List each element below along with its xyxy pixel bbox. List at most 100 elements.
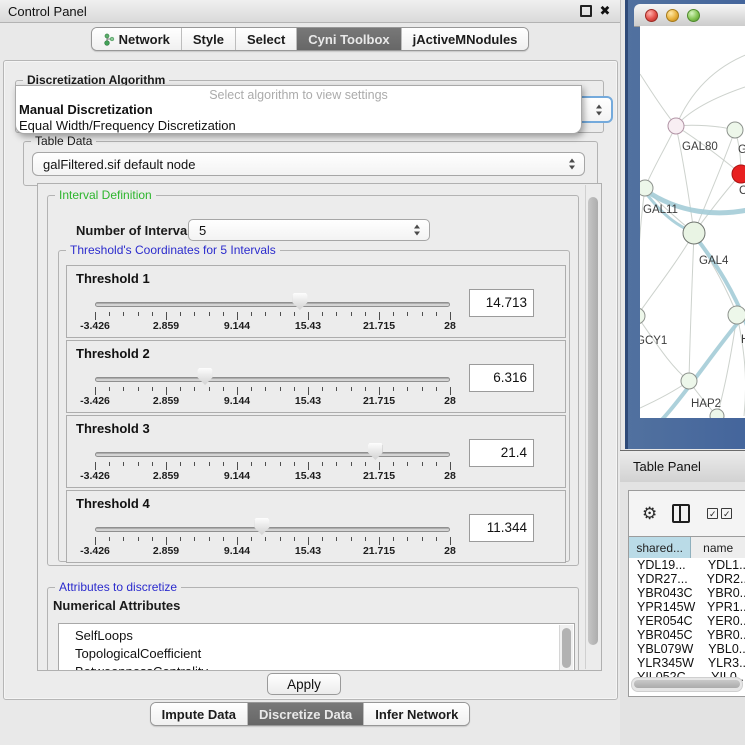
tab-infer-network[interactable]: Infer Network [363, 703, 469, 725]
threshold-value-field[interactable]: 14.713 [469, 289, 534, 317]
dropdown-option-equal-width[interactable]: Equal Width/Frequency Discretization [16, 118, 581, 134]
combo-arrows-icon [569, 159, 575, 170]
close-window-button[interactable]: ✖ [599, 5, 611, 17]
cell-name: YPR1... [704, 600, 745, 614]
threshold-value-field[interactable]: 6.316 [469, 364, 534, 392]
tick-label: 21.715 [363, 545, 395, 557]
settings-scrollpane: Interval Definition Number of Intervals … [37, 183, 602, 671]
float-icon [580, 5, 592, 17]
num-intervals-spinner[interactable]: 5 [188, 219, 430, 241]
table-horizontal-scrollbar[interactable] [631, 677, 743, 692]
gear-icon[interactable]: ⚙ [642, 505, 657, 522]
tick-label: 28 [444, 470, 456, 482]
group-title: Interval Definition [55, 188, 156, 202]
threshold-value-field[interactable]: 11.344 [469, 514, 534, 542]
threshold-panel: Threshold 2 -3.4262.8599.14415.4321.7152… [66, 340, 566, 413]
column-header-name[interactable]: name [691, 537, 745, 558]
network-node[interactable] [683, 222, 705, 244]
tab-label: Select [247, 32, 285, 47]
checkbox-icon[interactable]: ✓ [707, 508, 718, 519]
float-window-button[interactable] [580, 5, 592, 17]
threshold-panel: Threshold 1 -3.4262.8599.14415.4321.7152… [66, 265, 566, 338]
threshold-value-field[interactable]: 21.4 [469, 439, 534, 467]
scrollbar-thumb[interactable] [562, 628, 571, 668]
slider-thumb[interactable] [198, 368, 213, 385]
tick-label: 9.144 [224, 545, 250, 557]
table-row[interactable]: YBR045C YBR0... [629, 628, 745, 642]
tab-jactivemnodules[interactable]: jActiveMNodules [401, 28, 529, 50]
cell-name: YBR0... [704, 628, 745, 642]
network-node[interactable] [640, 180, 653, 196]
tab-label: Cyni Toolbox [308, 32, 389, 47]
tab-discretize-data[interactable]: Discretize Data [247, 703, 363, 725]
slider-thumb[interactable] [292, 293, 307, 310]
network-canvas[interactable]: GAL80GCGAL11GAL4GCY1HHAP2 [640, 26, 745, 418]
slider-thumb[interactable] [368, 443, 383, 460]
network-node[interactable] [728, 306, 745, 324]
interval-definition-group: Interval Definition Number of Intervals … [47, 195, 579, 566]
table-row[interactable]: YDR27... YDR2... [629, 572, 745, 586]
table-data-combobox[interactable]: galFiltered.sif default node [32, 152, 585, 176]
control-panel-titlebar: Control Panel ✖ [0, 0, 620, 23]
network-window-titlebar[interactable] [634, 4, 745, 27]
tick-label: 2.859 [153, 470, 179, 482]
numerical-attributes-list[interactable]: SelfLoopsTopologicalCoefficientBetweenne… [58, 623, 575, 671]
threshold-panel: Threshold 4 -3.4262.8599.14415.4321.7152… [66, 490, 566, 563]
bottom-tab-bar: Impute Data Discretize Data Infer Networ… [0, 702, 620, 726]
table-row[interactable]: YLR345W YLR3... [629, 656, 745, 670]
apply-button[interactable]: Apply [267, 673, 341, 695]
tab-style[interactable]: Style [181, 28, 235, 50]
minimize-traffic-light[interactable] [666, 9, 679, 22]
table-row[interactable]: YBR043C YBR0... [629, 586, 745, 600]
network-node[interactable] [640, 308, 645, 324]
settings-vertical-scrollbar[interactable] [585, 185, 600, 669]
tick-label: -3.426 [80, 395, 110, 407]
tick-label: 15.43 [295, 470, 321, 482]
tick-label: -3.426 [80, 470, 110, 482]
table-row[interactable]: YDL19... YDL1... [629, 558, 745, 572]
table-row[interactable]: YER054C YER0... [629, 614, 745, 628]
zoom-traffic-light[interactable] [687, 9, 700, 22]
dropdown-option-manual[interactable]: Manual Discretization [16, 102, 581, 118]
table-data-group: Table Data galFiltered.sif default node [23, 141, 598, 186]
column-header-shared-name[interactable]: shared... [629, 537, 691, 558]
screen: { "titlebar": { "title": "Control Panel"… [0, 0, 745, 745]
tab-cyni-toolbox[interactable]: Cyni Toolbox [296, 28, 400, 50]
tab-select[interactable]: Select [235, 28, 296, 50]
tick-label: 2.859 [153, 320, 179, 332]
network-node-label: C [739, 185, 745, 197]
network-node[interactable] [710, 409, 724, 418]
dropdown-hint: Select algorithm to view settings [16, 86, 581, 102]
attribute-item[interactable]: SelfLoops [59, 627, 574, 645]
network-node[interactable] [727, 122, 743, 138]
attributes-scrollbar[interactable] [559, 625, 573, 671]
attribute-item[interactable]: TopologicalCoefficient [59, 645, 574, 663]
network-node[interactable] [732, 165, 745, 183]
num-intervals-value: 5 [199, 223, 206, 238]
network-node-label: HAP2 [691, 398, 721, 410]
network-node[interactable] [681, 373, 697, 389]
table-row[interactable]: YBL079W YBL0... [629, 642, 745, 656]
window-title: Control Panel [8, 4, 87, 19]
table-row[interactable]: YPR145W YPR1... [629, 600, 745, 614]
network-icon [103, 33, 115, 46]
attribute-item[interactable]: BetweennessCentrality [59, 663, 574, 671]
slider-thumb[interactable] [254, 518, 269, 535]
network-node[interactable] [668, 118, 684, 134]
columns-icon[interactable] [672, 504, 690, 523]
tab-network[interactable]: Network [92, 28, 181, 50]
tab-label: Style [193, 32, 224, 47]
tab-label: Infer Network [375, 707, 458, 722]
tick-label: 21.715 [363, 320, 395, 332]
close-traffic-light[interactable] [645, 9, 658, 22]
table-toolbar: ⚙ ✓ ✓ [629, 491, 745, 536]
attributes-group: Attributes to discretize Numerical Attri… [47, 587, 579, 671]
scrollbar-thumb[interactable] [634, 680, 740, 688]
checkbox-icon[interactable]: ✓ [721, 508, 732, 519]
tab-label: Impute Data [162, 707, 236, 722]
tick-label: 15.43 [295, 320, 321, 332]
threshold-panel: Threshold 3 -3.4262.8599.14415.4321.7152… [66, 415, 566, 488]
tab-impute-data[interactable]: Impute Data [151, 703, 247, 725]
cell-shared-name: YPR145W [629, 600, 704, 614]
scrollbar-thumb[interactable] [588, 197, 598, 645]
